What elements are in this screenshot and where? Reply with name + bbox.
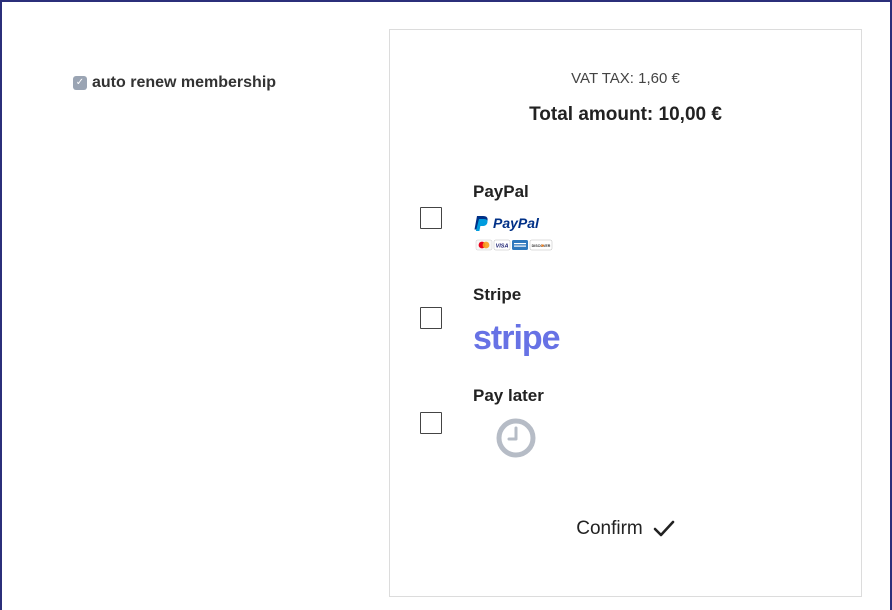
vat-tax: VAT TAX: 1,60 € bbox=[571, 70, 680, 87]
paypal-logo-text: PayPal bbox=[493, 215, 540, 231]
payment-panel: VAT TAX: 1,60 € Total amount: 10,00 € Pa… bbox=[389, 29, 862, 597]
payment-method-paypal: PayPal PayPal VISA DISCOVER bbox=[390, 178, 861, 268]
payment-method-name: PayPal bbox=[473, 182, 529, 201]
clock-icon bbox=[496, 418, 536, 458]
auto-renew-label: auto renew membership bbox=[92, 74, 277, 91]
total-amount: Total amount: 10,00 € bbox=[529, 104, 722, 125]
discover-card-text: DISCOVER bbox=[532, 244, 551, 248]
auto-renew-option[interactable]: ✓ auto renew membership bbox=[73, 74, 276, 92]
stripe-logo: stripe bbox=[473, 319, 561, 357]
checkmark-icon: ✓ bbox=[75, 77, 85, 88]
payment-method-pay-later: Pay later bbox=[390, 382, 861, 472]
checkmark-icon bbox=[653, 520, 675, 537]
payment-method-name: Pay later bbox=[473, 386, 544, 405]
paypal-logo: PayPal VISA DISCOVER bbox=[474, 215, 553, 251]
confirm-label: Confirm bbox=[576, 518, 643, 539]
paypal-checkbox[interactable] bbox=[420, 207, 442, 229]
confirm-button[interactable]: Confirm bbox=[390, 518, 861, 540]
credit-card-icons: VISA DISCOVER bbox=[475, 239, 553, 251]
pay-later-checkbox[interactable] bbox=[420, 412, 442, 434]
visa-card-text: VISA bbox=[496, 244, 509, 250]
auto-renew-checkbox[interactable]: ✓ bbox=[73, 76, 87, 90]
payment-method-stripe: Stripe stripe bbox=[390, 281, 861, 371]
payment-method-name: Stripe bbox=[473, 285, 522, 304]
stripe-checkbox[interactable] bbox=[420, 307, 442, 329]
